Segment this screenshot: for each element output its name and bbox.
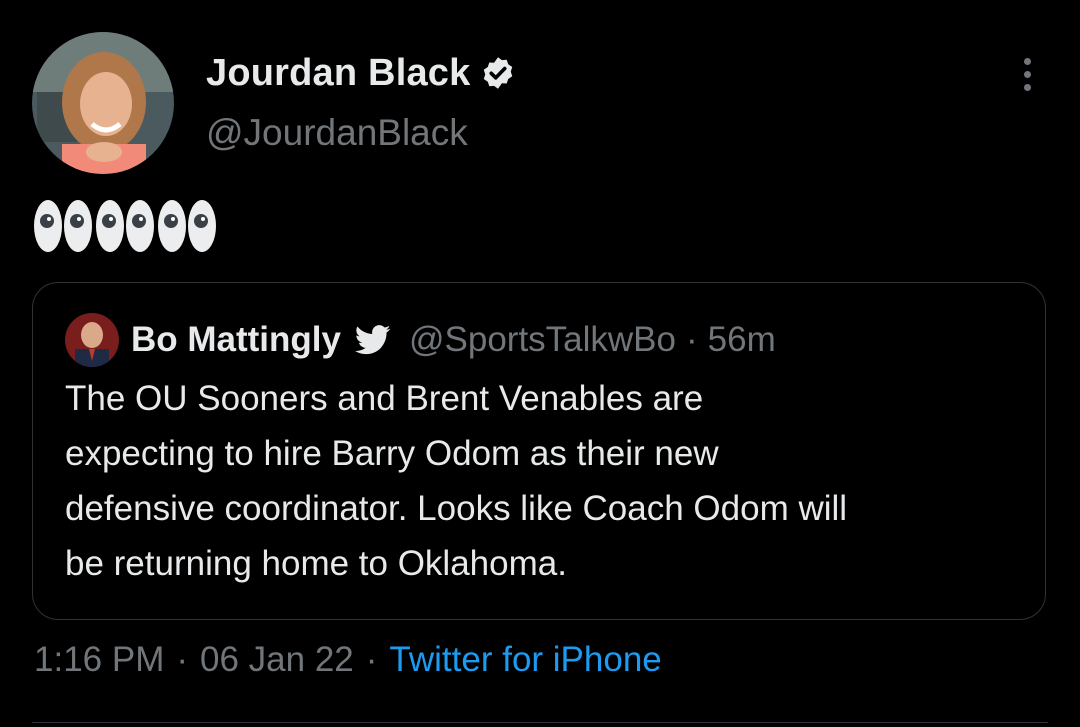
separator-dot: · xyxy=(176,640,189,679)
quoted-tweet-line: The OU Sooners and Brent Venables are xyxy=(65,379,704,418)
separator-dot: · xyxy=(365,640,378,679)
quoted-tweet-line: be returning home to Oklahoma. xyxy=(65,544,567,583)
quoted-tweet-line: defensive coordinator. Looks like Coach … xyxy=(65,489,848,528)
eyes-emoji-icon xyxy=(158,200,216,260)
tweet-source-link[interactable]: Twitter for iPhone xyxy=(389,640,661,680)
author-name[interactable]: Jourdan Black xyxy=(206,52,470,95)
quoted-tweet-body: The OU Sooners and Brent Venables are ex… xyxy=(65,371,1025,591)
quoted-author-handle: @SportsTalkwBo xyxy=(408,320,676,359)
eyes-emoji-icon xyxy=(96,200,154,260)
divider xyxy=(32,722,1048,723)
tweet: Jourdan Black @JourdanBlack Bo Mattingly… xyxy=(0,0,1080,727)
more-dots-icon[interactable] xyxy=(1006,52,1048,96)
author-handle[interactable]: @JourdanBlack xyxy=(206,112,468,154)
quoted-tweet-line: expecting to hire Barry Odom as their ne… xyxy=(65,434,719,473)
tweet-text-eyes-emoji xyxy=(34,200,216,260)
author-avatar[interactable] xyxy=(32,32,174,174)
tweet-date[interactable]: 06 Jan 22 xyxy=(200,640,354,680)
quoted-tweet-time: 56m xyxy=(707,320,776,359)
author-name-row: Jourdan Black xyxy=(206,50,516,96)
tweet-meta: 1:16 PM · 06 Jan 22 · Twitter for iPhone xyxy=(34,640,662,680)
eyes-emoji-icon xyxy=(34,200,92,260)
tweet-time[interactable]: 1:16 PM xyxy=(34,640,164,680)
quoted-author-name: Bo Mattingly xyxy=(131,320,341,359)
quoted-tweet-card[interactable]: Bo Mattingly @SportsTalkwBo · 56m The OU… xyxy=(32,282,1046,620)
quoted-tweet-header: Bo Mattingly @SportsTalkwBo · 56m xyxy=(65,313,776,367)
quoted-author-avatar[interactable] xyxy=(65,313,119,367)
verified-badge-icon xyxy=(480,55,516,91)
avatar-photo-icon xyxy=(32,32,174,174)
twitter-bird-icon xyxy=(354,325,391,355)
separator-dot: · xyxy=(686,320,698,359)
